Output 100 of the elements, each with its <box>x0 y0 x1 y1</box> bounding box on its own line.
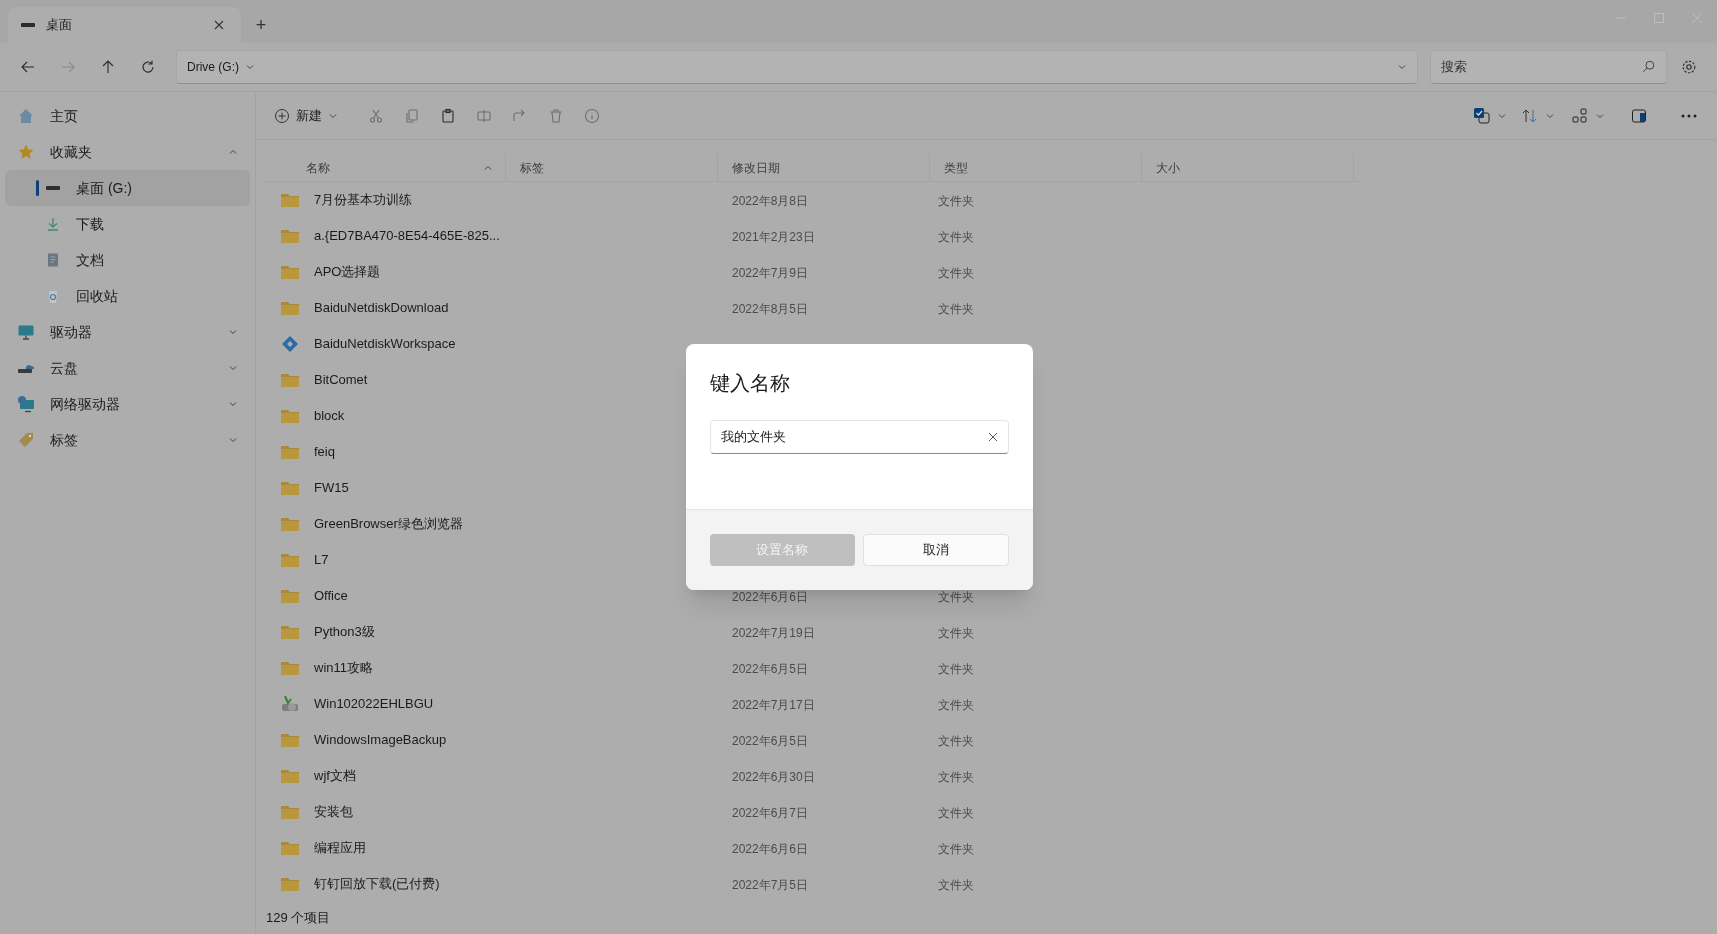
arrow-right-icon <box>60 59 76 75</box>
disc-drive-icon <box>280 695 300 713</box>
cancel-button[interactable]: 取消 <box>862 534 1009 566</box>
info-icon <box>584 107 600 124</box>
date-text: 2022年8月5日 <box>732 302 809 316</box>
folder-icon <box>280 407 300 425</box>
type-text: 文件夹 <box>938 626 974 640</box>
chevron-up-icon <box>228 147 238 157</box>
type-text: 文件夹 <box>938 230 974 244</box>
folder-icon <box>280 839 300 857</box>
file-name[interactable]: block <box>314 406 345 426</box>
file-name[interactable]: BaiduNetdiskDownload <box>314 298 449 318</box>
type-text: 文件夹 <box>938 662 974 676</box>
folder-icon <box>280 443 300 461</box>
file-name[interactable]: APO选择题 <box>314 262 381 282</box>
file-name[interactable]: BitComet <box>314 370 368 390</box>
search-field[interactable]: 搜索 <box>1441 57 1642 77</box>
file-name[interactable]: 编程应用 <box>314 838 366 858</box>
folder-icon <box>280 623 300 641</box>
grid-icon <box>1571 106 1589 125</box>
folder-icon <box>280 803 300 821</box>
type-text: 文件夹 <box>938 698 974 712</box>
sidebar-item[interactable]: 桌面 (G:) <box>5 170 250 206</box>
expand-button[interactable] <box>228 435 238 445</box>
folder-icon <box>280 479 300 497</box>
file-name[interactable]: L7 <box>314 550 329 570</box>
date-text: 2022年7月9日 <box>732 266 809 280</box>
item-count: 129 个项目 <box>266 908 331 927</box>
file-name[interactable]: feiq <box>314 442 335 462</box>
search-icon <box>1642 60 1656 74</box>
file-name[interactable]: 钉钉回放下载(已付费) <box>314 874 440 894</box>
file-name[interactable]: a.{ED7BA470-8E54-465E-825... <box>314 226 500 246</box>
date-text: 2022年6月30日 <box>732 770 815 784</box>
sidebar-item[interactable]: 标签 <box>5 422 250 458</box>
address-bar[interactable]: Drive (G:) <box>176 50 1418 84</box>
date-text: 2022年7月19日 <box>732 626 815 640</box>
clear-icon[interactable] <box>988 432 998 442</box>
file-name[interactable]: Office <box>314 586 348 606</box>
date-text: 2021年2月23日 <box>732 230 815 244</box>
type-text: 文件夹 <box>938 878 974 892</box>
folder-icon <box>280 551 300 569</box>
sidebar-item[interactable]: 文档 <box>5 242 250 278</box>
type-text: 文件夹 <box>938 770 974 784</box>
expand-button[interactable] <box>228 399 238 409</box>
file-name[interactable]: FW15 <box>314 478 349 498</box>
file-name[interactable]: BaiduNetdiskWorkspace <box>314 334 456 354</box>
date-text: 2022年6月6日 <box>732 842 809 856</box>
expand-button[interactable] <box>228 327 238 337</box>
file-name[interactable]: win11攻略 <box>314 658 373 678</box>
selection-indicator <box>36 180 39 196</box>
sidebar-item[interactable]: 主页 <box>5 98 250 134</box>
sidebar-item[interactable]: 驱动器 <box>5 314 250 350</box>
arrow-up-icon <box>100 59 116 75</box>
date-text: 2022年6月5日 <box>732 662 809 676</box>
column-header[interactable]: 修改日期 <box>718 154 930 182</box>
download-icon <box>45 216 61 232</box>
column-header[interactable]: 大小 <box>1142 154 1354 182</box>
folder-icon <box>280 587 300 605</box>
folder-icon <box>280 227 300 245</box>
more-icon <box>1681 113 1697 118</box>
column-header[interactable]: 标签 <box>506 154 718 182</box>
dropdown-chevron-icon <box>1397 62 1407 72</box>
sidebar-item[interactable]: 收藏夹 <box>5 134 250 170</box>
diamond-arrows-icon <box>280 335 300 353</box>
sidebar-item[interactable]: 回收站 <box>5 278 250 314</box>
new-tab-button[interactable]: + <box>241 7 281 43</box>
breadcrumb[interactable]: Drive (G:) <box>187 58 239 76</box>
file-name[interactable]: GreenBrowser绿色浏览器 <box>314 514 463 534</box>
folder-icon <box>280 767 300 785</box>
name-box[interactable]: 我的文件夹 <box>710 420 1009 454</box>
name-field[interactable]: 我的文件夹 <box>721 427 988 447</box>
folder-icon <box>280 263 300 281</box>
file-name[interactable]: Python3级 <box>314 622 375 642</box>
folder-icon <box>280 875 300 893</box>
date-text: 2022年6月5日 <box>732 734 809 748</box>
new-button[interactable]: 新建 <box>268 99 344 132</box>
chevron-icon <box>228 327 238 337</box>
date-text: 2022年7月5日 <box>732 878 809 892</box>
type-text: 文件夹 <box>938 302 974 316</box>
file-name[interactable]: WindowsImageBackup <box>314 730 447 750</box>
sidebar-item[interactable]: 下载 <box>5 206 250 242</box>
column-header[interactable]: 名称 <box>266 154 506 182</box>
date-text: 2022年8月8日 <box>732 194 809 208</box>
column-header[interactable]: 类型 <box>930 154 1142 182</box>
file-name[interactable]: 安装包 <box>314 802 353 822</box>
expand-button[interactable] <box>228 363 238 373</box>
close-icon <box>214 20 224 30</box>
sidebar-item[interactable]: 网络驱动器 <box>5 386 250 422</box>
file-name[interactable]: wjf文档 <box>314 766 356 786</box>
type-text: 文件夹 <box>938 806 974 820</box>
tab[interactable]: 桌面 <box>8 7 241 43</box>
date-text: 2022年6月6日 <box>732 590 809 604</box>
dialog-title: 键入名称 <box>710 371 791 396</box>
chevron-up-icon <box>483 163 493 173</box>
search-box[interactable]: 搜索 <box>1430 50 1667 84</box>
sidebar-item[interactable]: 云盘 <box>5 350 250 386</box>
folder-icon <box>280 515 300 533</box>
collapse-button[interactable] <box>228 147 238 157</box>
file-name[interactable]: Win102022EHLBGU <box>314 694 434 714</box>
file-name[interactable]: 7月份基本功训练 <box>314 190 413 210</box>
